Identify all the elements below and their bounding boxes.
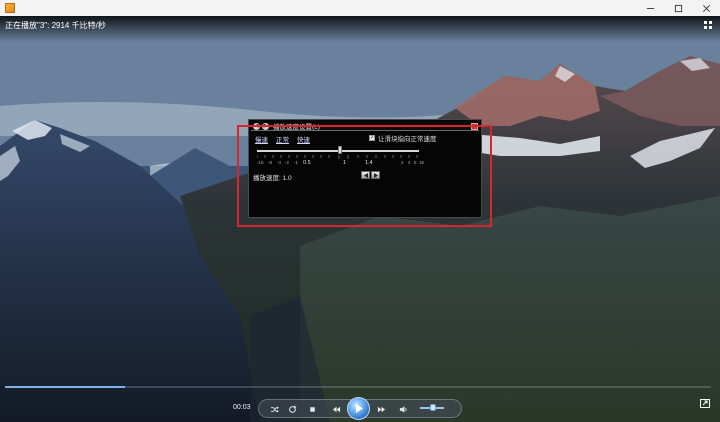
tick-label: 4 bbox=[408, 160, 411, 165]
volume-slider-thumb[interactable] bbox=[430, 404, 437, 411]
speed-readout: 播放速度: 1.0 bbox=[253, 175, 292, 182]
snap-label: 让滑块指向正常速度 bbox=[378, 136, 437, 143]
video-frame bbox=[0, 16, 720, 422]
seek-bar[interactable] bbox=[5, 386, 711, 388]
normal-speed-link[interactable]: 正常 bbox=[276, 134, 289, 144]
tick-label: 1.4 bbox=[365, 160, 373, 166]
speed-tick-labels: -16 -8 -4 -2 -1 0.5 1 1.4 2 4 8 16 bbox=[253, 160, 425, 168]
step-forward-button[interactable] bbox=[371, 171, 380, 179]
shuffle-button[interactable] bbox=[269, 404, 280, 415]
dialog-close-button[interactable] bbox=[471, 123, 478, 130]
now-playing-status: 正在播放"3": 2914 千比特/秒 bbox=[5, 21, 106, 30]
step-back-button[interactable] bbox=[361, 171, 370, 179]
mute-button[interactable] bbox=[398, 404, 409, 415]
tick-label: -16 bbox=[257, 160, 264, 165]
layout-toggle-icon[interactable] bbox=[703, 20, 713, 30]
title-bar bbox=[0, 0, 720, 16]
shuffle-icon bbox=[270, 406, 279, 413]
dialog-title: 播放速度设置(L) bbox=[273, 124, 320, 131]
fast-speed-link[interactable]: 快速 bbox=[297, 134, 310, 144]
close-icon bbox=[702, 4, 710, 12]
next-button[interactable] bbox=[376, 404, 387, 415]
tick-label: -8 bbox=[268, 160, 273, 165]
play-button[interactable] bbox=[347, 397, 370, 420]
speed-step-buttons bbox=[361, 171, 380, 179]
tick-label: -1 bbox=[294, 160, 299, 165]
top-overlay bbox=[0, 16, 720, 42]
play-icon bbox=[355, 404, 363, 413]
fast-forward-icon bbox=[377, 406, 386, 413]
stop-button[interactable] bbox=[307, 404, 318, 415]
tick-label: 8 bbox=[414, 160, 417, 165]
step-back-icon bbox=[363, 172, 368, 178]
speed-slider-thumb[interactable] bbox=[338, 146, 342, 154]
forward-button[interactable]: ▶ bbox=[262, 122, 269, 130]
seek-bar-progress bbox=[5, 386, 126, 388]
back-arrow-icon: ◀ bbox=[254, 123, 259, 129]
slow-speed-link[interactable]: 慢速 bbox=[255, 134, 268, 144]
maximize-icon bbox=[674, 4, 682, 12]
speed-presets: 慢速 正常 快速 bbox=[255, 134, 310, 144]
speed-slider-ticks bbox=[257, 155, 418, 159]
step-forward-icon bbox=[373, 172, 378, 178]
snap-to-normal-option[interactable]: ✓ 让滑块指向正常速度 bbox=[369, 133, 437, 143]
playback-speed-dialog: ◀ ▶ 播放速度设置(L) 慢速 正常 快速 ✓ 让滑块指向正常速度 -16 -… bbox=[248, 119, 482, 218]
tick-label: -2 bbox=[285, 160, 290, 165]
tick-label: 0.5 bbox=[303, 160, 311, 166]
tick-label: 2 bbox=[401, 160, 404, 165]
tick-label: -4 bbox=[277, 160, 282, 165]
maximize-button[interactable] bbox=[664, 0, 692, 16]
window-controls bbox=[636, 0, 720, 16]
video-area[interactable]: 正在播放"3": 2914 千比特/秒 bbox=[0, 16, 720, 422]
app-icon bbox=[5, 3, 15, 13]
forward-arrow-icon: ▶ bbox=[263, 123, 268, 129]
speaker-icon bbox=[399, 406, 407, 413]
snap-checkbox[interactable]: ✓ bbox=[369, 135, 375, 141]
previous-button[interactable] bbox=[331, 404, 342, 415]
tick-label: 1 bbox=[343, 160, 347, 166]
rewind-icon bbox=[332, 406, 341, 413]
dialog-header: ◀ ▶ 播放速度设置(L) bbox=[251, 122, 479, 131]
minimize-button[interactable] bbox=[636, 0, 664, 16]
repeat-icon bbox=[289, 405, 297, 413]
stop-icon bbox=[310, 407, 315, 412]
repeat-button[interactable] bbox=[287, 404, 298, 415]
tick-label: 16 bbox=[419, 160, 425, 165]
elapsed-time: 00:03 bbox=[233, 404, 251, 411]
minimize-icon bbox=[646, 7, 654, 9]
switch-to-library-icon[interactable] bbox=[700, 399, 710, 408]
close-button[interactable] bbox=[692, 0, 720, 16]
back-button[interactable]: ◀ bbox=[253, 122, 260, 130]
